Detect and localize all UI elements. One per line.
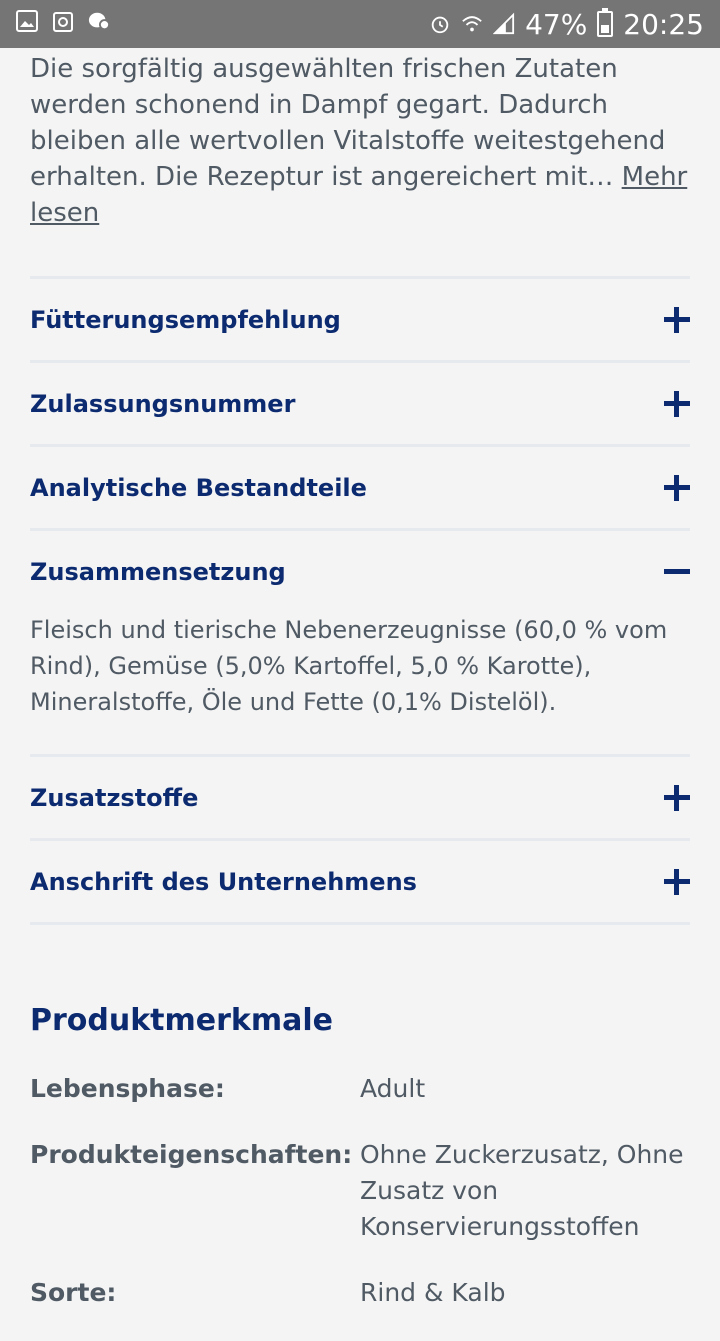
plus-icon[interactable]: [664, 306, 690, 333]
accordion-title: Zusammensetzung: [30, 557, 286, 586]
accordion-header[interactable]: Analytische Bestandteile: [30, 447, 690, 528]
accordion-item-analytische-bestandteile[interactable]: Analytische Bestandteile: [30, 447, 690, 531]
battery-percent: 47%: [525, 7, 588, 41]
feature-label: Sorte:: [30, 1278, 117, 1307]
accordion-header[interactable]: Zusammensetzung: [30, 531, 690, 612]
product-features-list: Lebensphase: Adult Produkteigenschaften:…: [30, 1071, 690, 1311]
accordion-body: Fleisch und tierische Nebenerzeugnisse (…: [30, 616, 668, 716]
accordion-header[interactable]: Zulassungsnummer: [30, 363, 690, 444]
minus-icon[interactable]: [664, 559, 690, 585]
product-description: Die sorgfältig ausgewählten frischen Zut…: [30, 51, 690, 231]
status-bar: 47% 20:25: [0, 0, 720, 48]
feature-value: Rind & Kalb: [360, 1278, 506, 1307]
accordion-title: Zulassungsnummer: [30, 389, 296, 418]
battery-icon: [597, 8, 614, 37]
accordion-title: Zusatzstoffe: [30, 783, 199, 812]
accordion-item-zusammensetzung[interactable]: Zusammensetzung Fleisch und tierische Ne…: [30, 531, 690, 757]
chat-icon: [88, 10, 110, 32]
wifi-icon: [461, 13, 483, 35]
product-features-title: Produktmerkmale: [30, 1003, 334, 1038]
accordion-title: Fütterungsempfehlung: [30, 305, 341, 334]
feature-row: Produkteigenschaften: Ohne Zuckerzusatz,…: [30, 1137, 690, 1245]
plus-icon[interactable]: [664, 390, 690, 417]
plus-icon[interactable]: [664, 868, 690, 895]
plus-icon[interactable]: [664, 474, 690, 501]
description-text: Die sorgfältig ausgewählten frischen Zut…: [30, 54, 666, 192]
feature-row: Lebensphase: Adult: [30, 1071, 690, 1107]
accordion-item-anschrift[interactable]: Anschrift des Unternehmens: [30, 841, 690, 925]
accordion-item-fuetterungsempfehlung[interactable]: Fütterungsempfehlung: [30, 279, 690, 363]
accordion-header[interactable]: Fütterungsempfehlung: [30, 279, 690, 360]
accordion-item-zulassungsnummer[interactable]: Zulassungsnummer: [30, 363, 690, 447]
clock: 20:25: [623, 7, 704, 41]
recycle-icon: [52, 10, 74, 32]
feature-row: Sorte: Rind & Kalb: [30, 1275, 690, 1311]
alarm-icon: [429, 13, 451, 35]
notification-icons: [16, 10, 110, 32]
accordion-header[interactable]: Anschrift des Unternehmens: [30, 841, 690, 922]
accordion-header[interactable]: Zusatzstoffe: [30, 757, 690, 838]
accordion-item-zusatzstoffe[interactable]: Zusatzstoffe: [30, 757, 690, 841]
status-indicators: 47% 20:25: [429, 6, 704, 42]
details-accordion: Fütterungsempfehlung Zulassungsnummer An…: [30, 276, 690, 925]
signal-icon: [493, 12, 515, 35]
feature-value: Adult: [360, 1074, 426, 1103]
image-icon: [16, 10, 38, 32]
feature-value: Ohne Zuckerzusatz, Ohne Zusatz von Konse…: [360, 1140, 684, 1241]
product-details: Die sorgfältig ausgewählten frischen Zut…: [30, 48, 690, 1341]
accordion-title: Anschrift des Unternehmens: [30, 867, 417, 896]
accordion-title: Analytische Bestandteile: [30, 473, 367, 502]
feature-label: Produkteigenschaften:: [30, 1140, 353, 1169]
feature-label: Lebensphase:: [30, 1074, 225, 1103]
plus-icon[interactable]: [664, 784, 690, 811]
